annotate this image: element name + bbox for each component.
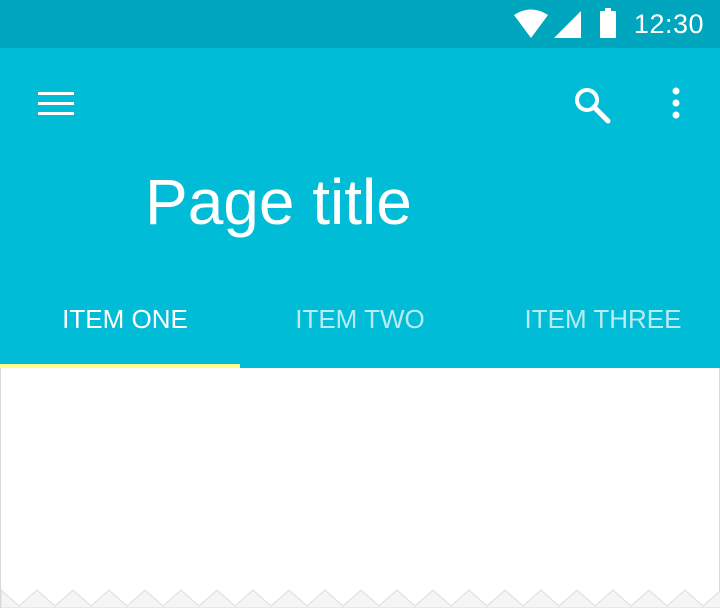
wifi-icon xyxy=(514,9,548,38)
tab-item-one[interactable]: ITEM ONE xyxy=(5,270,245,368)
tab-item-two[interactable]: ITEM TWO xyxy=(240,270,480,368)
status-time: 12:30 xyxy=(633,9,704,39)
cellular-signal-icon xyxy=(554,11,581,38)
content-area xyxy=(0,368,720,608)
more-vert-icon[interactable] xyxy=(656,80,696,128)
page-title: Page title xyxy=(145,166,412,238)
battery-icon xyxy=(600,8,616,38)
menu-icon[interactable] xyxy=(28,80,84,128)
tab-item-three[interactable]: ITEM THREE xyxy=(483,270,720,368)
app-bar: Page title ITEM ONE ITEM TWO ITEM THREE xyxy=(0,48,720,368)
torn-edge-decoration xyxy=(1,589,720,608)
tab-bar: ITEM ONE ITEM TWO ITEM THREE xyxy=(0,270,720,368)
status-bar: 12:30 xyxy=(0,0,720,48)
search-icon[interactable] xyxy=(566,80,618,128)
